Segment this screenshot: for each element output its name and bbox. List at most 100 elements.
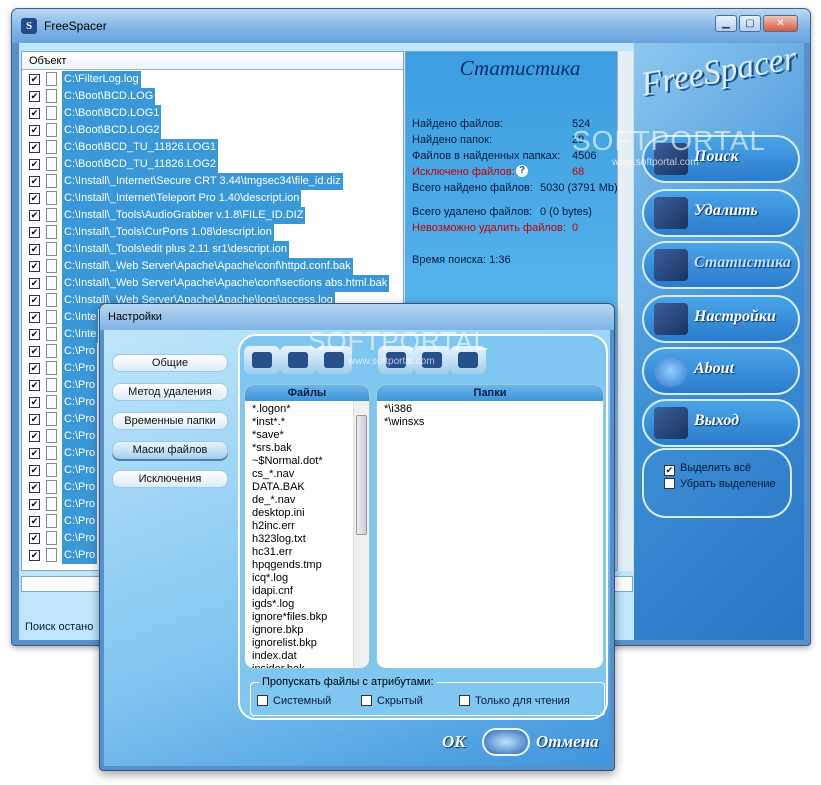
row-path[interactable]: C:\Inte <box>62 326 99 343</box>
row-checkbox[interactable]: ✔ <box>29 159 40 170</box>
file-mask-item[interactable]: hc31.err <box>252 546 292 558</box>
list-item[interactable]: ✔ C:\Install\_Tools\AudioGrabber v.1.8\FI… <box>22 207 403 224</box>
cancel-button[interactable]: Отмена <box>536 732 599 752</box>
row-path[interactable]: C:\Install\_Tools\CurPorts 1.08\descript… <box>62 224 274 241</box>
list-item[interactable]: ✔ C:\Boot\BCD.LOG1 <box>22 105 403 122</box>
tab-file-masks[interactable]: Маски файлов <box>112 441 228 459</box>
row-checkbox[interactable]: ✔ <box>29 465 40 476</box>
row-path[interactable]: C:\Boot\BCD.LOG1 <box>62 105 162 122</box>
settings-button[interactable]: Настройки <box>642 295 800 343</box>
title-bar[interactable]: S FreeSpacer ▁ ▢ ✕ <box>12 9 810 43</box>
file-mask-item[interactable]: insider.bak <box>252 663 305 668</box>
row-path[interactable]: C:\Pro <box>62 462 98 479</box>
help-icon[interactable]: ? <box>516 165 528 177</box>
row-path[interactable]: C:\Pro <box>62 513 98 530</box>
file-mask-item[interactable]: index.dat <box>252 650 297 662</box>
row-checkbox[interactable]: ✔ <box>29 533 40 544</box>
cancel-icon[interactable] <box>482 728 530 756</box>
row-checkbox[interactable]: ✔ <box>29 499 40 510</box>
row-checkbox[interactable]: ✔ <box>29 142 40 153</box>
row-path[interactable]: C:\Pro <box>62 547 98 564</box>
list-item[interactable]: ✔ C:\Install\_Tools\edit plus 2.11 sr1\de… <box>22 241 403 258</box>
list-item[interactable]: ✔ C:\Install\_Internet\Teleport Pro 1.40\… <box>22 190 403 207</box>
file-mask-item[interactable]: *srs.bak <box>252 442 292 454</box>
tab-general[interactable]: Общие <box>112 354 228 372</box>
row-checkbox[interactable]: ✔ <box>29 346 40 357</box>
row-path[interactable]: C:\Boot\BCD_TU_11826.LOG1 <box>62 139 219 156</box>
row-checkbox[interactable]: ✔ <box>29 91 40 102</box>
list-item[interactable]: ✔ C:\Install\_Web Server\Apache\Apache\co… <box>22 258 403 275</box>
file-mask-item[interactable]: igds*.log <box>252 598 294 610</box>
list-item[interactable]: ✔ C:\Install\_Internet\Secure CRT 3.44\tm… <box>22 173 403 190</box>
file-mask-item[interactable]: DATA.BAK <box>252 481 305 493</box>
row-path[interactable]: C:\Pro <box>62 530 98 547</box>
row-checkbox[interactable]: ✔ <box>29 448 40 459</box>
row-path[interactable]: C:\Install\_Internet\Secure CRT 3.44\tmg… <box>62 173 343 190</box>
row-path[interactable]: C:\Pro <box>62 428 98 445</box>
folder-mask-item[interactable]: *\winsxs <box>384 416 424 428</box>
delete-button[interactable]: Удалить <box>642 189 800 237</box>
list-item[interactable]: ✔ C:\Boot\BCD.LOG <box>22 88 403 105</box>
file-mask-item[interactable]: *.logon* <box>252 403 291 415</box>
readonly-checkbox[interactable]: Только для чтения <box>459 695 570 707</box>
column-header-object[interactable]: Объект <box>22 52 403 70</box>
list-item[interactable]: ✔ C:\Install\_Web Server\Apache\Apache\co… <box>22 275 403 292</box>
list-item[interactable]: ✔ C:\Install\_Tools\CurPorts 1.08\descrip… <box>22 224 403 241</box>
about-button[interactable]: About <box>642 347 800 395</box>
minimize-button[interactable]: ▁ <box>715 15 737 32</box>
row-path[interactable]: C:\Pro <box>62 343 98 360</box>
row-path[interactable]: C:\Install\_Web Server\Apache\Apache\con… <box>62 275 390 292</box>
row-checkbox[interactable]: ✔ <box>29 74 40 85</box>
file-mask-item[interactable]: icq*.log <box>252 572 288 584</box>
hidden-checkbox[interactable]: Скрытый <box>361 695 423 707</box>
files-mask-list[interactable]: Файлы *.logon* *inst*.* *save* *srs.bak ~$No… <box>244 384 370 669</box>
row-path[interactable]: C:\Pro <box>62 394 98 411</box>
row-path[interactable]: C:\Install\_Internet\Teleport Pro 1.40\d… <box>62 190 302 207</box>
file-mask-item[interactable]: ignore.bkp <box>252 624 303 636</box>
row-path[interactable]: C:\Install\_Tools\AudioGrabber v.1.8\FIL… <box>62 207 306 224</box>
row-checkbox[interactable]: ✔ <box>29 329 40 340</box>
row-checkbox[interactable]: ✔ <box>29 380 40 391</box>
row-checkbox[interactable]: ✔ <box>29 210 40 221</box>
row-path[interactable]: C:\Boot\BCD.LOG <box>62 88 156 105</box>
row-checkbox[interactable]: ✔ <box>29 193 40 204</box>
file-mask-item[interactable]: *inst*.* <box>252 416 285 428</box>
file-mask-item[interactable]: de_*.nav <box>252 494 295 506</box>
row-checkbox[interactable]: ✔ <box>29 244 40 255</box>
list-item[interactable]: ✔ C:\Boot\BCD_TU_11826.LOG1 <box>22 139 403 156</box>
list-item[interactable]: ✔ C:\Boot\BCD_TU_11826.LOG2 <box>22 156 403 173</box>
maximize-button[interactable]: ▢ <box>739 15 761 32</box>
list-item[interactable]: ✔ C:\Boot\BCD.LOG2 <box>22 122 403 139</box>
statistics-button[interactable]: Статистика <box>642 241 800 289</box>
row-checkbox[interactable]: ✔ <box>29 414 40 425</box>
row-checkbox[interactable]: ✔ <box>29 295 40 306</box>
file-mask-item[interactable]: h323log.txt <box>252 533 306 545</box>
row-checkbox[interactable]: ✔ <box>29 108 40 119</box>
row-path[interactable]: C:\Pro <box>62 479 98 496</box>
row-path[interactable]: C:\Pro <box>62 411 98 428</box>
folder-mask-item[interactable]: *\i386 <box>384 403 412 415</box>
select-all-checkbox[interactable]: ✔ Выделить всё <box>664 462 751 476</box>
row-checkbox[interactable]: ✔ <box>29 397 40 408</box>
row-checkbox[interactable]: ✔ <box>29 227 40 238</box>
system-checkbox[interactable]: Системный <box>257 695 331 707</box>
row-checkbox[interactable]: ✔ <box>29 125 40 136</box>
tab-exclusions[interactable]: Исключения <box>112 470 228 488</box>
files-scrollbar[interactable] <box>353 401 369 668</box>
file-mask-item[interactable]: ignore*files.bkp <box>252 611 327 623</box>
row-checkbox[interactable]: ✔ <box>29 363 40 374</box>
row-path[interactable]: C:\Install\_Web Server\Apache\Apache\con… <box>62 258 353 275</box>
file-mask-item[interactable]: hpqgends.tmp <box>252 559 322 571</box>
row-checkbox[interactable]: ✔ <box>29 278 40 289</box>
row-checkbox[interactable]: ✔ <box>29 482 40 493</box>
row-path[interactable]: C:\Pro <box>62 360 98 377</box>
row-checkbox[interactable]: ✔ <box>29 261 40 272</box>
deselect-checkbox[interactable]: Убрать выделение <box>664 478 776 490</box>
row-checkbox[interactable]: ✔ <box>29 176 40 187</box>
row-checkbox[interactable]: ✔ <box>29 550 40 561</box>
row-checkbox[interactable]: ✔ <box>29 431 40 442</box>
tab-delete-method[interactable]: Метод удаления <box>112 383 228 401</box>
ok-button[interactable]: OK <box>442 732 466 752</box>
file-mask-item[interactable]: ignorelist.bkp <box>252 637 317 649</box>
exit-button[interactable]: Выход <box>642 399 800 447</box>
